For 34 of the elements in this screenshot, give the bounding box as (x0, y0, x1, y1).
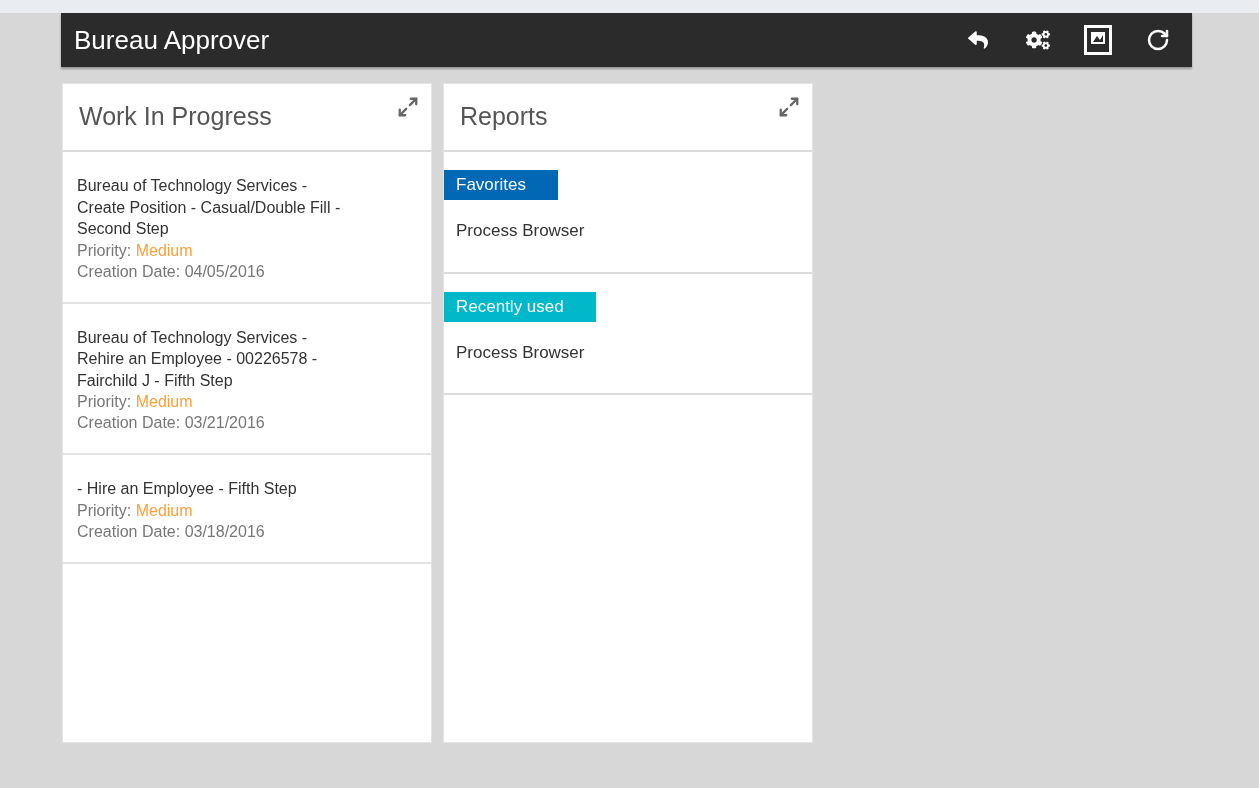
expand-button[interactable] (397, 96, 419, 118)
gears-icon (1026, 28, 1050, 52)
task-item[interactable]: - Hire an Employee - Fifth Step Priority: Medium Creation Date: 03/18/2016 (63, 455, 431, 564)
creation-date: 03/18/2016 (184, 522, 265, 540)
panel-title: Work In Progress (79, 101, 272, 133)
creation-date: 03/21/2016 (184, 414, 265, 431)
creation-date-label: Creation Date: (77, 414, 181, 431)
picture-button[interactable] (1082, 24, 1114, 56)
app-title: Bureau Approver (74, 23, 270, 57)
reply-icon (968, 30, 988, 50)
task-title: Bureau of Technology Services - Rehire an Employee - 00226578 - Fairchild J - Fifth Step (77, 327, 319, 391)
refresh-icon (1146, 28, 1170, 52)
task-item[interactable]: Bureau of Technology Services - Create Position - Casual/Double Fill - Second Step Priority: Medium Creation Date: 04/05/2016 (63, 152, 431, 304)
creation-date-label: Creation Date: (77, 262, 181, 280)
section-tag: Favorites (444, 170, 558, 200)
expand-icon (397, 96, 419, 118)
creation-date-label: Creation Date: (77, 522, 181, 540)
priority-label: Priority: (77, 393, 132, 410)
task-title: Bureau of Technology Services - Create Position - Casual/Double Fill - Second Step (77, 176, 342, 239)
priority-label: Priority: (77, 501, 132, 519)
panel-title: Reports (460, 101, 548, 133)
report-link[interactable]: Process Browser (444, 339, 812, 365)
picture-frame-icon (1084, 25, 1112, 55)
priority-value: Medium (135, 393, 193, 410)
report-link[interactable]: Process Browser (444, 218, 812, 244)
section-tag: Recently used (444, 291, 596, 322)
expand-icon (778, 96, 800, 118)
priority-value: Medium (135, 501, 193, 519)
task-title: - Hire an Employee - Fifth Step (77, 479, 298, 499)
priority-label: Priority: (77, 241, 132, 259)
expand-button[interactable] (778, 96, 800, 118)
creation-date: 04/05/2016 (184, 262, 265, 280)
priority-value: Medium (135, 241, 193, 259)
task-item[interactable]: Bureau of Technology Services - Rehire an Employee - 00226578 - Fairchild J - Fifth Step Priority: Medium Creation Date: 03/21/2016 (63, 303, 431, 455)
